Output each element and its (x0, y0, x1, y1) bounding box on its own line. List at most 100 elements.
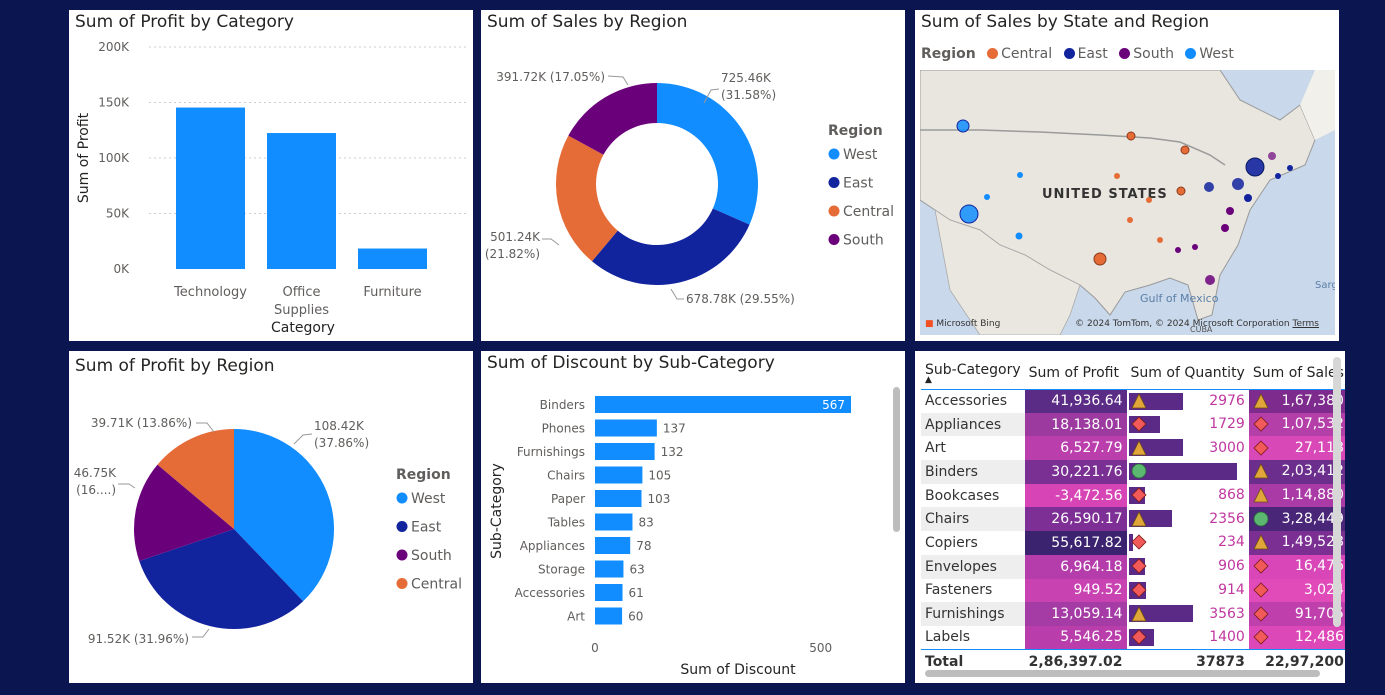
map-canvas: UNITED STATES Gulf of Mexico CUBA Sarg (920, 70, 1335, 335)
quantity-value: 2356 (1209, 510, 1245, 527)
data-label: (16....) (76, 483, 116, 497)
legend-item: East (843, 176, 874, 192)
table-row[interactable]: Envelopes 6,964.18 906 16,476 (921, 554, 1345, 579)
diamond-icon (1253, 440, 1269, 456)
legend-item[interactable]: West (1199, 46, 1233, 62)
x-tick-label: Office (283, 285, 321, 300)
data-label: 63 (629, 563, 644, 577)
cell-profit: 26,590.17 (1024, 507, 1127, 532)
profit-by-region-panel[interactable]: 108.42K (37.86%) 91.52K (31.96%) 46.75K (16.… (69, 351, 473, 683)
legend-dot-icon (1185, 48, 1197, 59)
cell-sales: 3,28,449 (1248, 507, 1345, 532)
x-tick-label: Technology (173, 285, 247, 300)
bubble (1093, 252, 1107, 266)
gulf-label: Gulf of Mexico (1140, 292, 1219, 305)
bubble (1192, 244, 1198, 250)
cell-subcategory: Furnishings (921, 602, 1025, 626)
table-row[interactable]: Bookcases -3,472.56 868 1,14,880 (921, 483, 1345, 508)
diamond-icon (1130, 629, 1147, 645)
bubble (1245, 157, 1265, 177)
quantity-value: 1729 (1209, 416, 1245, 433)
y-axis-title: Sub-Category (489, 463, 505, 559)
bubble (1114, 173, 1120, 179)
subcategory-table: Sub-Category ▲ Sum of Profit Sum of Quant… (921, 357, 1345, 673)
bubble (1127, 217, 1133, 223)
leader-line (196, 422, 215, 433)
cell-quantity: 234 (1127, 531, 1249, 555)
table-row[interactable]: Furnishings 13,059.14 3563 91,705 (921, 602, 1345, 626)
y-tick-label: Chairs (547, 469, 585, 483)
warning-triangle-icon (1130, 392, 1147, 408)
map-copyright: © 2024 TomTom, © 2024 Microsoft Corporat… (1075, 319, 1319, 329)
cell-quantity: 868 (1127, 484, 1249, 508)
legend-item[interactable]: East (1078, 46, 1108, 62)
legend-dot-icon (396, 578, 408, 589)
leader-line (293, 433, 313, 445)
legend-item[interactable]: South (1133, 46, 1174, 62)
data-label: 105 (648, 469, 671, 483)
panel-title: Sum of Sales by State and Region (921, 12, 1210, 32)
cell-subcategory: Envelopes (921, 554, 1025, 579)
table-row[interactable]: Fasteners 949.52 914 3,024 (921, 578, 1345, 603)
panel-title: Sum of Profit by Category (75, 12, 294, 32)
cell-sales: 16,476 (1248, 554, 1345, 579)
discount-by-subcategory-panel[interactable]: Binders 567 Phones 137 Furnishings 132 Chairs 1… (481, 351, 905, 683)
vertical-scrollbar[interactable] (893, 387, 900, 532)
bar (595, 607, 623, 625)
bubble (1226, 207, 1234, 215)
legend-title: Region (396, 467, 451, 483)
cell-profit: 18,138.01 (1024, 412, 1127, 437)
bubble (1180, 145, 1190, 155)
diamond-icon (1253, 582, 1269, 598)
y-tick-label: Binders (540, 398, 585, 412)
bing-logo: ■ Microsoft Bing (925, 319, 1001, 329)
data-label: 83 (638, 516, 653, 530)
column-header-subcategory[interactable]: Sub-Category ▲ (921, 357, 1025, 390)
cell-quantity: 2356 (1127, 507, 1249, 531)
data-label: 46.75K (74, 466, 117, 480)
bubble (1232, 178, 1244, 190)
profit-by-category-panel[interactable]: 0K 50K 100K 150K 200K Technology Office Supplie… (69, 10, 473, 341)
cell-subcategory: Fasteners (925, 582, 993, 599)
cell-quantity: 1729 (1127, 413, 1249, 437)
vertical-scrollbar[interactable] (1333, 357, 1341, 627)
column-header-sales[interactable]: Sum of Sales (1248, 357, 1345, 390)
data-label: 61 (629, 586, 644, 600)
table-row[interactable]: Chairs 26,590.17 2356 3,28,449 (921, 507, 1345, 532)
cell-subcategory: Chairs (921, 507, 1025, 532)
bar (595, 490, 642, 507)
cell-profit: -3,472.56 (1024, 483, 1127, 508)
bubble (1204, 182, 1214, 192)
pie-slice (657, 83, 758, 225)
table-row[interactable]: Binders 30,221.76 2,03,412 (921, 460, 1345, 484)
table-row[interactable]: Appliances 18,138.01 1729 1,07,532 (921, 412, 1345, 437)
bar (595, 443, 655, 460)
sales-by-state-panel[interactable]: Sum of Sales by State and Region Region … (915, 10, 1339, 341)
quantity-value: 3000 (1209, 439, 1245, 456)
warning-triangle-icon (1253, 534, 1269, 550)
table-row[interactable]: Accessories 41,936.64 2976 1,67,380 (921, 389, 1345, 413)
terms-link[interactable]: Terms (1292, 319, 1319, 329)
legend-item[interactable]: Central (1001, 46, 1052, 62)
us-map[interactable]: UNITED STATES Gulf of Mexico CUBA Sarg (920, 70, 1335, 335)
warning-triangle-icon (1130, 510, 1147, 527)
data-label: (37.86%) (314, 436, 369, 450)
bar (595, 466, 643, 484)
data-label: 678.78K (29.55%) (686, 292, 795, 306)
column-header-profit[interactable]: Sum of Profit (1024, 357, 1127, 390)
horizontal-scrollbar[interactable] (925, 670, 1320, 677)
data-label: 391.72K (17.05%) (496, 70, 605, 84)
column-header-quantity[interactable]: Sum of Quantity (1126, 357, 1249, 390)
subcategory-table-panel[interactable]: Sub-Category ▲ Sum of Profit Sum of Quant… (915, 351, 1345, 683)
table-row[interactable]: Labels 5,546.25 1400 12,486 (921, 625, 1345, 650)
sales-by-region-panel[interactable]: 725.46K (31.58%) 678.78K (29.55%) 501.24K (2… (481, 10, 905, 341)
cell-sales: 91,705 (1248, 602, 1345, 626)
x-axis-title: Sum of Discount (680, 662, 796, 678)
bubble (956, 119, 970, 133)
cell-subcategory: Bookcases (925, 487, 1000, 504)
cell-quantity: 2976 (1127, 389, 1249, 413)
table-row[interactable]: Art 6,527.79 3000 27,118 (921, 436, 1345, 461)
bubble (1146, 197, 1152, 203)
legend-item: West (843, 147, 878, 163)
table-row[interactable]: Copiers 55,617.82 234 1,49,528 (921, 531, 1345, 555)
